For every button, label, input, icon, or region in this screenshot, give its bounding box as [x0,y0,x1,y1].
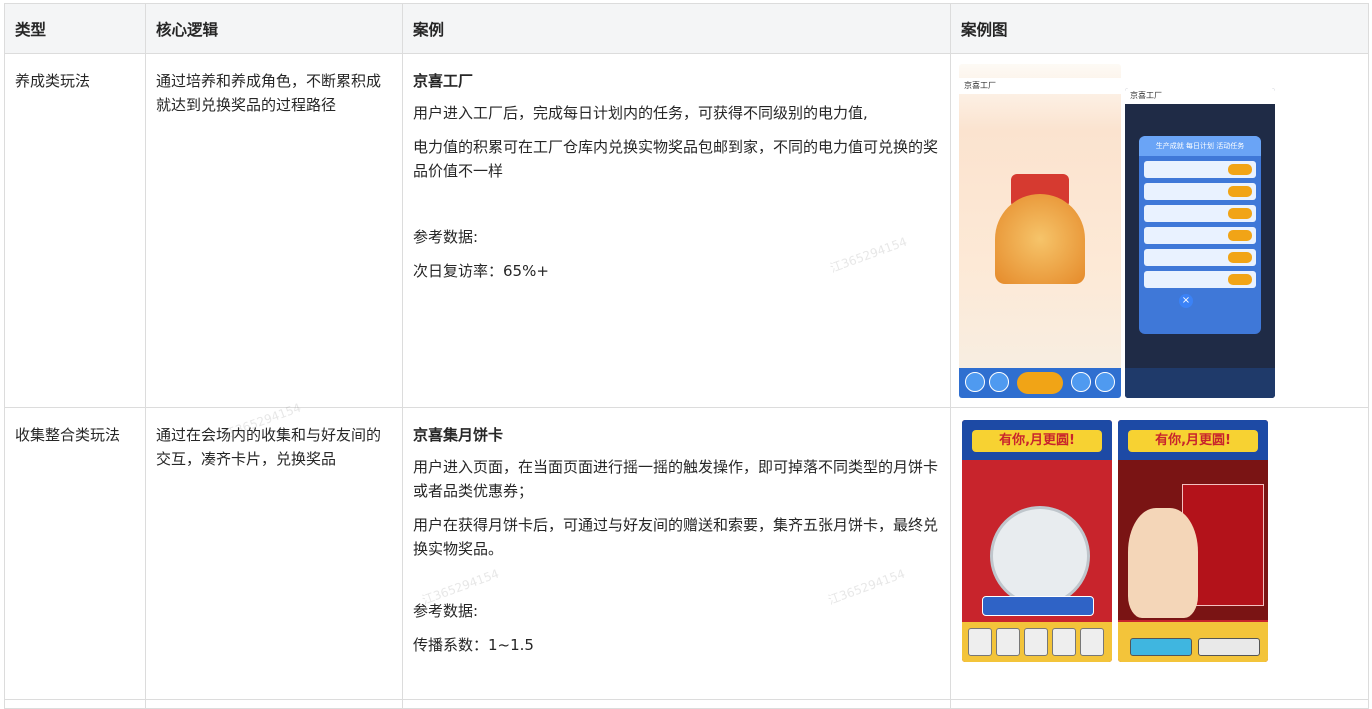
case-image-factory: 京喜工厂 京喜工厂 生产成就 每日计划 活动任务 × [959,64,1360,398]
case-image-mooncake: 有你,月更圆! 有你,月更圆! [959,418,1360,689]
ranking-icon [989,372,1009,392]
cell-image: 有你,月更圆! 有你,月更圆! [950,407,1369,700]
power-button [1017,372,1063,394]
list-item [1144,183,1256,200]
mooncake-card [968,628,992,656]
list-item [1144,227,1256,244]
claim-button [1228,186,1252,197]
claim-button [1228,274,1252,285]
comparison-table: 类型 核心逻辑 案例 案例图 养成类玩法 通过培养和养成角色，不断累积成就达到兑… [4,3,1369,709]
ref-value: 传播系数：1~1.5 [413,636,534,654]
daily-plan-dialog: 生产成就 每日计划 活动任务 [1139,136,1261,334]
mooncake-card [1024,628,1048,656]
mooncake-card [996,628,1020,656]
moon-banner: 有你,月更圆! [1128,430,1258,452]
claim-button [1228,164,1252,175]
table-row [4,699,1369,709]
character-illustration [1128,508,1198,618]
list-item [1144,271,1256,288]
shake-button [982,596,1094,616]
case-paragraph: 用户在获得月饼卡后，可通过与好友间的赠送和索要，集齐五张月饼卡，最终兑换实物奖品… [413,516,939,558]
case-paragraph: 用户进入工厂后，完成每日计划内的任务，可获得不同级别的电力值, [413,104,868,122]
factory-machine [995,194,1085,284]
header-type: 类型 [4,3,146,54]
ref-label: 参考数据: [413,602,479,620]
cell-type: 养成类玩法 [4,53,146,408]
upgrade-icon [1095,372,1115,392]
cell-logic: 通过培养和养成角色，不断累积成就达到兑换奖品的过程路径 [145,53,403,408]
phone-title: 京喜工厂 [959,78,1121,94]
case-title: 京喜集月饼卡 [413,426,504,444]
phone-screenshot: 京喜工厂 生产成就 每日计划 活动任务 × [1125,88,1275,398]
tab-bar [959,368,1121,398]
reference-data: 参考数据: 传播系数：1~1.5 [413,599,940,657]
claim-button [1228,208,1252,219]
phone-screenshot: 有你,月更圆! [1118,420,1268,662]
list-item [1144,161,1256,178]
moon-header: 有你,月更圆! [1118,420,1268,460]
table-row: 养成类玩法 通过培养和养成角色，不断累积成就达到兑换奖品的过程路径 京喜工厂 用… [4,53,1369,408]
table-row: 收集整合类玩法 通过在会场内的收集和与好友间的交互，凑齐卡片，兑换奖品 京喜集月… [4,407,1369,700]
list-item [1144,205,1256,222]
ref-label: 参考数据: [413,228,479,246]
mooncake-card [1080,628,1104,656]
phone-screenshot: 有你,月更圆! [962,420,1112,662]
claim-button [1228,252,1252,263]
share-button [1198,638,1260,656]
status-bar [959,64,1121,78]
case-paragraph: 电力值的积累可在工厂仓库内兑换实物奖品包邮到家，不同的电力值可兑换的奖品价值不一… [413,138,939,180]
header-logic: 核心逻辑 [145,3,403,54]
phone-title: 京喜工厂 [1125,88,1275,104]
list-item [1144,249,1256,266]
worker-icon [1071,372,1091,392]
cell-image: 京喜工厂 京喜工厂 生产成就 每日计划 活动任务 × [950,53,1369,408]
cell-logic: 通过在会场内的收集和与好友间的交互，凑齐卡片，兑换奖品 [145,407,403,700]
mooncake-card [1052,628,1076,656]
case-title: 京喜工厂 [413,72,474,90]
dialog-tabs: 生产成就 每日计划 活动任务 [1139,136,1261,156]
warehouse-icon [965,372,985,392]
card-collection [962,622,1112,662]
cell-case: 京喜工厂 用户进入工厂后，完成每日计划内的任务，可获得不同级别的电力值, 电力值… [402,53,951,408]
moon-banner: 有你,月更圆! [972,430,1102,452]
tab-bar [1125,368,1275,398]
header-row: 类型 核心逻辑 案例 案例图 [4,3,1369,54]
cell-case: 京喜集月饼卡 用户进入页面，在当面页面进行摇一摇的触发操作，即可掉落不同类型的月… [402,407,951,700]
header-image: 案例图 [950,3,1369,54]
cell-type: 收集整合类玩法 [4,407,146,700]
action-bar [1118,622,1268,662]
close-icon: × [1179,294,1193,308]
moon-header: 有你,月更圆! [962,420,1112,460]
claim-button [1228,230,1252,241]
case-paragraph: 用户进入页面，在当面页面进行摇一摇的触发操作，即可掉落不同类型的月饼卡或者品类优… [413,458,939,500]
phone-screenshot: 京喜工厂 [959,64,1121,398]
return-game-button [1130,638,1192,656]
header-case: 案例 [402,3,951,54]
mooncake-plate [990,506,1090,606]
